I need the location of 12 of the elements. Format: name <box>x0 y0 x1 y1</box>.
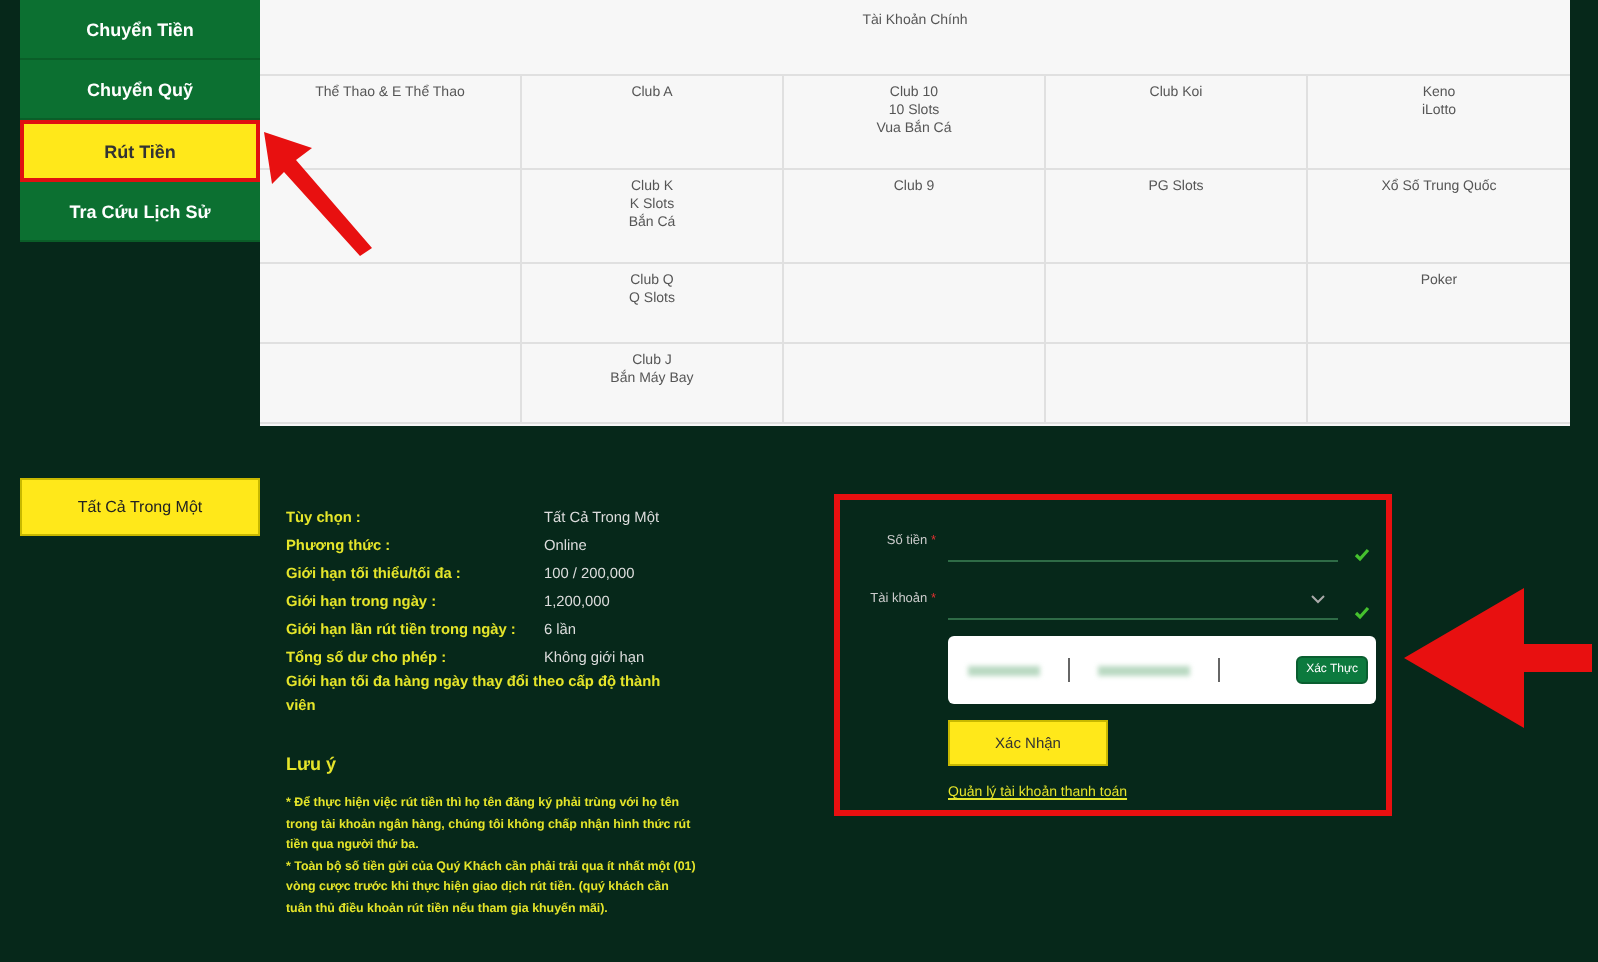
check-icon <box>1354 548 1370 562</box>
check-icon <box>1354 606 1370 620</box>
blurred-text <box>1098 665 1190 675</box>
sidebar-item[interactable]: Rút Tiền <box>20 120 260 182</box>
sidebar-item[interactable]: Chuyển Quỹ <box>20 60 260 120</box>
blurred-text <box>968 665 1040 675</box>
sidebar-item[interactable]: Chuyển Tiền <box>20 0 260 60</box>
method-button[interactable]: Tất Cả Trong Một <box>20 478 260 536</box>
arrow-drawing <box>264 132 372 256</box>
chevron-down-icon <box>1310 593 1326 603</box>
notice-title: Lưu ý <box>286 754 339 774</box>
sidebar-item[interactable]: Tra Cứu Lịch Sử <box>20 182 260 242</box>
